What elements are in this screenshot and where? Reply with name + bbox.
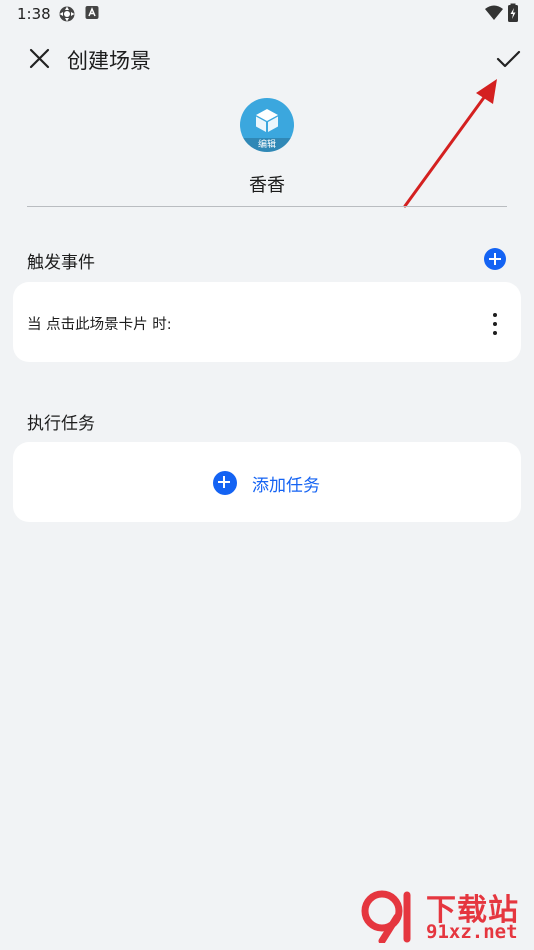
settings-gear-icon xyxy=(58,5,76,27)
watermark: 下载站 91xz.net xyxy=(360,885,530,945)
status-time: 1:38 xyxy=(17,5,51,23)
wifi-icon xyxy=(484,5,504,25)
edit-label: 编辑 xyxy=(240,138,294,152)
scene-icon-button[interactable]: 编辑 xyxy=(240,98,294,152)
trigger-item-text: 当 点击此场景卡片 时: xyxy=(27,317,172,333)
trigger-section-label: 触发事件 xyxy=(27,253,95,273)
watermark-logo-icon xyxy=(360,887,422,947)
checkmark-icon[interactable] xyxy=(493,44,523,74)
task-card: 添加任务 xyxy=(13,442,521,522)
status-bar: 1:38 xyxy=(0,0,534,28)
watermark-site: 91xz.net xyxy=(426,921,518,943)
add-circle-icon xyxy=(213,471,237,495)
trigger-card[interactable]: 当 点击此场景卡片 时: xyxy=(13,282,521,362)
cube-icon xyxy=(254,107,280,137)
close-icon[interactable] xyxy=(26,45,54,73)
task-section-label: 执行任务 xyxy=(27,414,95,434)
battery-charging-icon xyxy=(507,3,519,27)
scene-name-field[interactable]: 香香 xyxy=(27,170,507,207)
scene-icon-circle: 编辑 xyxy=(240,98,294,152)
more-options-icon[interactable] xyxy=(483,310,507,338)
keyboard-a-icon xyxy=(85,5,100,25)
app-bar: 创建场景 xyxy=(0,36,534,82)
add-task-label: 添加任务 xyxy=(252,476,320,496)
page-title: 创建场景 xyxy=(67,49,151,73)
add-trigger-button[interactable] xyxy=(484,248,506,270)
